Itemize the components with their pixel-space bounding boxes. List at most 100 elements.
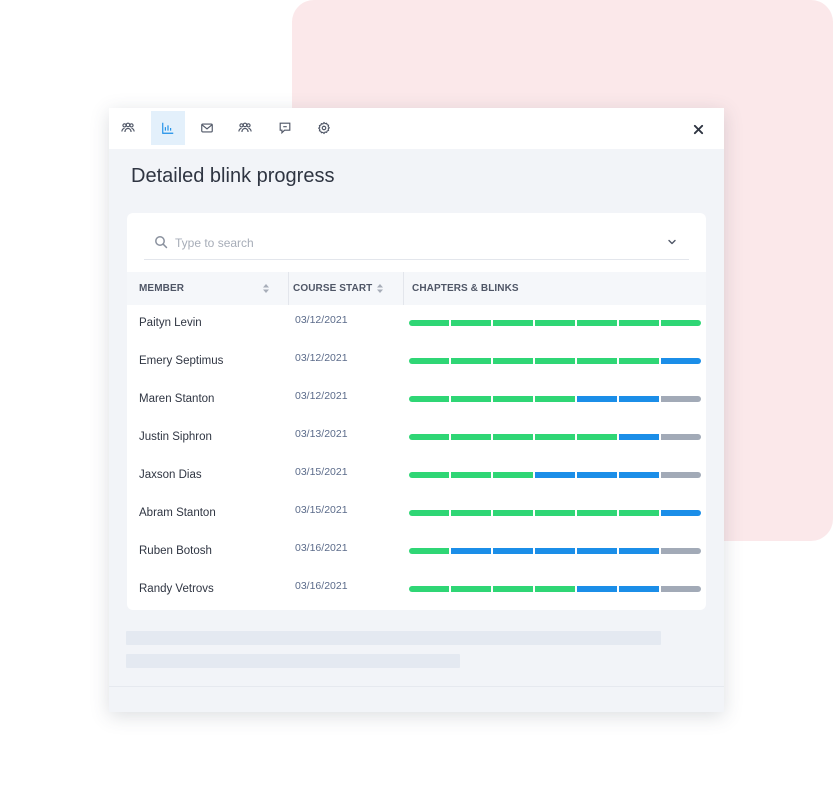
progress-bar <box>409 548 701 554</box>
group-icon <box>238 122 252 132</box>
progress-segment-complete <box>451 434 491 440</box>
member-name: Jaxson Dias <box>139 469 202 481</box>
progress-segment-not-started <box>661 396 701 402</box>
member-name: Justin Siphron <box>139 431 212 443</box>
group-tab[interactable] <box>228 111 262 145</box>
progress-segment-complete <box>451 358 491 364</box>
progress-segment-complete <box>493 358 533 364</box>
course-start-date: 03/15/2021 <box>295 504 348 516</box>
progress-segment-complete <box>535 434 575 440</box>
progress-table-card: MEMBER COURSE START CHAPTERS & BLINKS Pa… <box>127 213 706 610</box>
member-name: Emery Septimus <box>139 355 224 367</box>
comments-tab[interactable] <box>268 111 302 145</box>
progress-segment-in-progress <box>661 358 701 364</box>
progress-segment-complete <box>451 320 491 326</box>
progress-segment-complete <box>619 510 659 516</box>
progress-segment-complete <box>451 396 491 402</box>
stats-tab[interactable] <box>151 111 185 145</box>
course-start-date: 03/12/2021 <box>295 390 348 402</box>
progress-segment-complete <box>619 320 659 326</box>
search-icon <box>155 236 168 249</box>
progress-segment-complete <box>493 434 533 440</box>
progress-segment-complete <box>577 358 617 364</box>
progress-bar <box>409 434 701 440</box>
column-divider <box>403 272 404 305</box>
settings-icon <box>317 121 331 135</box>
table-row[interactable]: Randy Vetrovs 03/16/2021 <box>127 571 706 609</box>
member-name: Maren Stanton <box>139 393 215 405</box>
progress-segment-not-started <box>661 472 701 478</box>
progress-segment-complete <box>577 434 617 440</box>
progress-segment-in-progress <box>577 548 617 554</box>
table-row[interactable]: Justin Siphron 03/13/2021 <box>127 419 706 457</box>
progress-segment-complete <box>451 472 491 478</box>
member-name: Randy Vetrovs <box>139 583 214 595</box>
sort-icon[interactable] <box>376 283 384 294</box>
table-row[interactable]: Abram Stanton 03/15/2021 <box>127 495 706 533</box>
progress-segment-not-started <box>661 586 701 592</box>
table-row[interactable]: Maren Stanton 03/12/2021 <box>127 381 706 419</box>
progress-bar <box>409 320 701 326</box>
progress-segment-in-progress <box>619 434 659 440</box>
progress-bar <box>409 472 701 478</box>
progress-segment-in-progress <box>577 396 617 402</box>
table-row[interactable]: Paityn Levin 03/12/2021 <box>127 305 706 343</box>
progress-segment-complete <box>409 396 449 402</box>
progress-segment-in-progress <box>619 472 659 478</box>
table-header: MEMBER COURSE START CHAPTERS & BLINKS <box>127 272 706 305</box>
progress-bar <box>409 396 701 402</box>
progress-segment-complete <box>535 510 575 516</box>
course-start-date: 03/13/2021 <box>295 428 348 440</box>
search-input[interactable] <box>173 231 637 255</box>
close-button[interactable] <box>688 119 708 139</box>
progress-segment-complete <box>535 358 575 364</box>
progress-window: Detailed blink progress MEMBER COURSE ST… <box>109 108 724 712</box>
progress-bar <box>409 358 701 364</box>
page-title: Detailed blink progress <box>131 165 335 187</box>
progress-segment-complete <box>409 434 449 440</box>
progress-segment-complete <box>493 586 533 592</box>
table-row[interactable]: Emery Septimus 03/12/2021 <box>127 343 706 381</box>
sort-icon[interactable] <box>262 283 270 294</box>
progress-segment-in-progress <box>535 472 575 478</box>
team-icon <box>121 122 135 132</box>
progress-segment-complete <box>409 358 449 364</box>
team-tab[interactable] <box>111 111 145 145</box>
bar-chart-icon <box>162 122 174 134</box>
progress-segment-in-progress <box>451 548 491 554</box>
progress-bar <box>409 586 701 592</box>
toolbar <box>109 108 724 149</box>
table-row[interactable]: Jaxson Dias 03/15/2021 <box>127 457 706 495</box>
progress-segment-in-progress <box>535 548 575 554</box>
progress-bar <box>409 510 701 516</box>
progress-segment-complete <box>493 510 533 516</box>
table-row[interactable]: Ruben Botosh 03/16/2021 <box>127 533 706 571</box>
progress-segment-complete <box>409 320 449 326</box>
chevron-down-icon[interactable] <box>667 237 677 247</box>
progress-segment-complete <box>535 320 575 326</box>
settings-tab[interactable] <box>307 111 341 145</box>
member-name: Paityn Levin <box>139 317 202 329</box>
mail-tab[interactable] <box>190 111 224 145</box>
progress-segment-in-progress <box>661 510 701 516</box>
footer-divider <box>109 686 724 687</box>
course-start-date: 03/12/2021 <box>295 314 348 326</box>
progress-segment-not-started <box>661 434 701 440</box>
mail-icon <box>201 123 213 133</box>
progress-segment-in-progress <box>619 396 659 402</box>
progress-segment-in-progress <box>619 586 659 592</box>
search-box <box>144 227 689 260</box>
progress-segment-complete <box>451 510 491 516</box>
course-start-date: 03/12/2021 <box>295 352 348 364</box>
progress-segment-complete <box>451 586 491 592</box>
progress-segment-complete <box>493 472 533 478</box>
course-start-date: 03/15/2021 <box>295 466 348 478</box>
progress-segment-complete <box>409 586 449 592</box>
progress-segment-in-progress <box>577 472 617 478</box>
progress-segment-complete <box>493 396 533 402</box>
close-icon <box>693 124 703 134</box>
column-divider <box>288 272 289 305</box>
column-header-member: MEMBER <box>139 283 185 294</box>
progress-segment-complete <box>409 472 449 478</box>
progress-segment-in-progress <box>493 548 533 554</box>
